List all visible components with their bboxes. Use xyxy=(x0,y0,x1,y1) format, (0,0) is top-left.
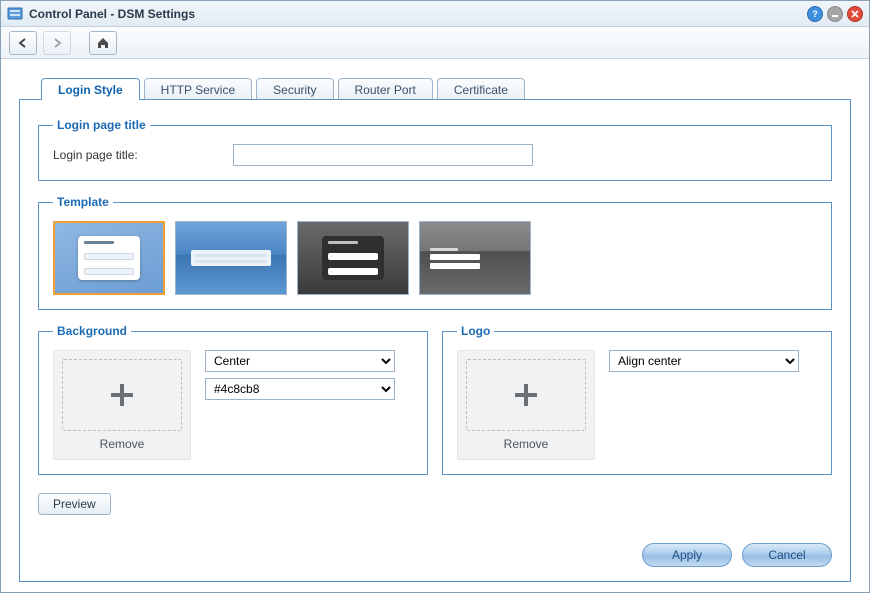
dsm-settings-window: Control Panel - DSM Settings ? Login Sty… xyxy=(0,0,870,593)
tab-security[interactable]: Security xyxy=(256,78,333,100)
background-legend: Background xyxy=(53,324,131,338)
cancel-button[interactable]: Cancel xyxy=(742,543,832,567)
tabstrip: Login Style HTTP Service Security Router… xyxy=(19,77,851,99)
login-title-fieldset: Login page title Login page title: xyxy=(38,118,832,181)
plus-icon xyxy=(511,380,541,410)
minimize-button[interactable] xyxy=(827,6,843,22)
logo-align-select[interactable]: Align center xyxy=(609,350,799,372)
tab-label: Security xyxy=(273,83,316,97)
apply-button[interactable]: Apply xyxy=(642,543,732,567)
logo-upload-tile: Remove xyxy=(457,350,595,460)
svg-text:?: ? xyxy=(812,9,818,19)
login-title-label: Login page title: xyxy=(53,148,223,162)
template-legend: Template xyxy=(53,195,113,209)
background-fieldset: Background Remove Center xyxy=(38,324,428,475)
control-panel-icon xyxy=(7,6,23,22)
plus-icon xyxy=(107,380,137,410)
logo-legend: Logo xyxy=(457,324,494,338)
login-style-panel: Login page title Login page title: Templ… xyxy=(19,99,851,582)
login-title-legend: Login page title xyxy=(53,118,150,132)
login-title-input[interactable] xyxy=(233,144,533,166)
tab-label: Login Style xyxy=(58,83,123,97)
tab-certificate[interactable]: Certificate xyxy=(437,78,525,100)
background-remove-link[interactable]: Remove xyxy=(100,437,145,451)
back-button[interactable] xyxy=(9,31,37,55)
template-fieldset: Template xyxy=(38,195,832,310)
forward-button[interactable] xyxy=(43,31,71,55)
home-button[interactable] xyxy=(89,31,117,55)
logo-remove-link[interactable]: Remove xyxy=(504,437,549,451)
help-button[interactable]: ? xyxy=(807,6,823,22)
tab-login-style[interactable]: Login Style xyxy=(41,78,140,100)
tab-label: HTTP Service xyxy=(161,83,235,97)
background-upload-tile: Remove xyxy=(53,350,191,460)
titlebar: Control Panel - DSM Settings ? xyxy=(1,1,869,27)
template-option-3[interactable] xyxy=(297,221,409,295)
background-upload-drop[interactable] xyxy=(62,359,182,431)
background-position-select[interactable]: Center xyxy=(205,350,395,372)
background-color-select[interactable]: #4c8cb8 xyxy=(205,378,395,400)
template-option-1[interactable] xyxy=(53,221,165,295)
tab-label: Certificate xyxy=(454,83,508,97)
template-option-2[interactable] xyxy=(175,221,287,295)
tab-http-service[interactable]: HTTP Service xyxy=(144,78,252,100)
nav-toolbar xyxy=(1,27,869,59)
content-area: Login Style HTTP Service Security Router… xyxy=(1,59,869,592)
tab-label: Router Port xyxy=(355,83,416,97)
window-title: Control Panel - DSM Settings xyxy=(29,7,195,21)
logo-upload-drop[interactable] xyxy=(466,359,586,431)
tab-router-port[interactable]: Router Port xyxy=(338,78,433,100)
logo-fieldset: Logo Remove Align center xyxy=(442,324,832,475)
close-button[interactable] xyxy=(847,6,863,22)
preview-button[interactable]: Preview xyxy=(38,493,111,515)
template-option-4[interactable] xyxy=(419,221,531,295)
